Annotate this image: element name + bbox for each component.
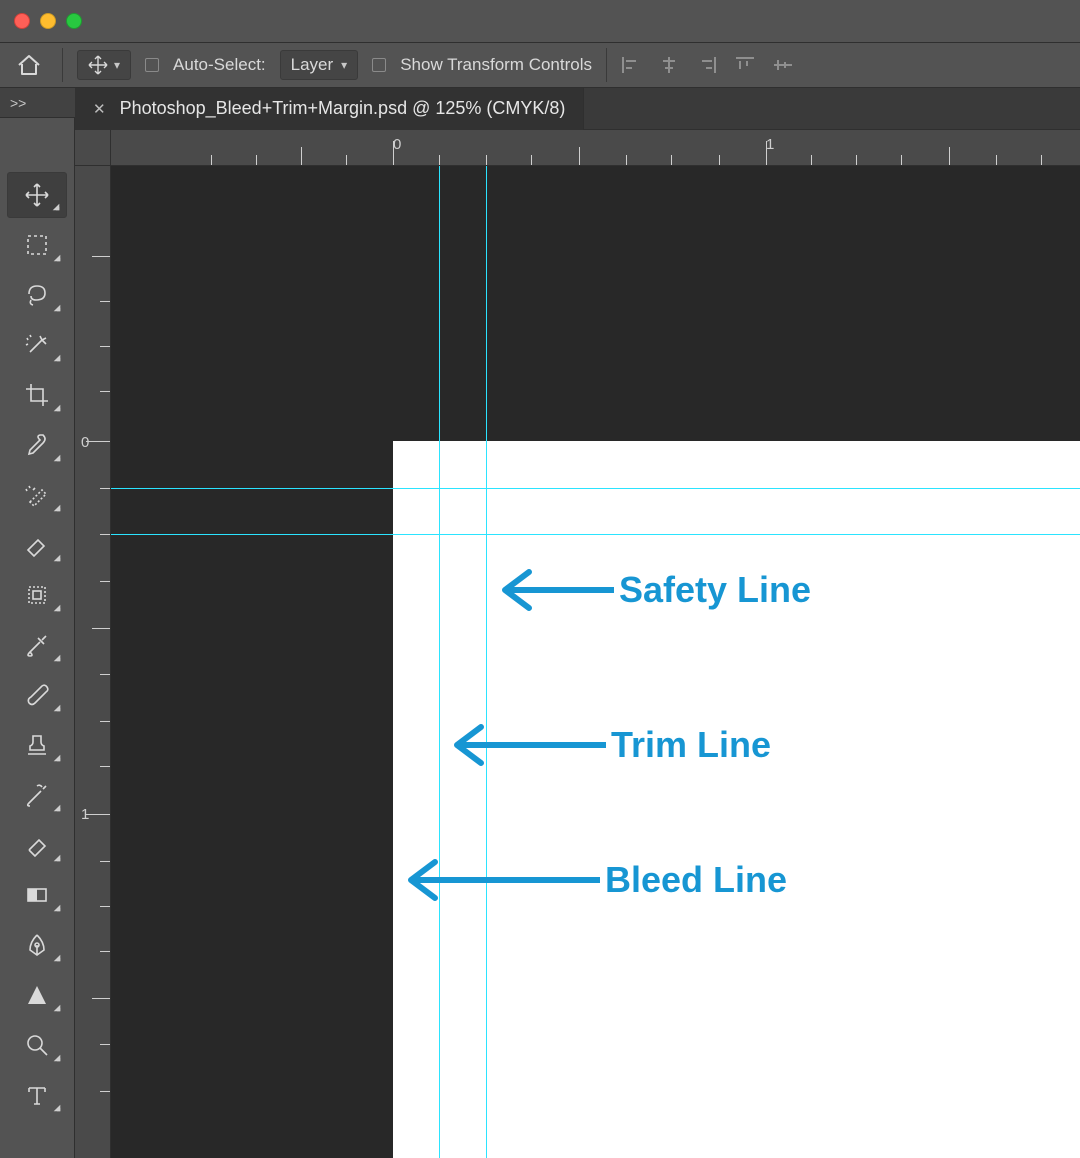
align-center-h-icon[interactable] <box>659 56 679 74</box>
ruler-v-label-0: 0 <box>81 434 89 451</box>
guide-trim-horizontal[interactable] <box>111 488 1080 489</box>
home-button[interactable] <box>10 48 48 82</box>
vertical-ruler[interactable]: 0 1 <box>75 166 111 1158</box>
ruler-h-label-0: 0 <box>393 136 401 153</box>
arrow-left-icon <box>441 721 611 769</box>
align-group <box>621 56 793 74</box>
crop-tool[interactable] <box>7 372 67 418</box>
show-transform-controls-label: Show Transform Controls <box>400 55 592 75</box>
show-transform-controls-checkbox[interactable] <box>372 58 386 72</box>
magic-wand-tool[interactable] <box>7 322 67 368</box>
tool-mode-dropdown[interactable]: ▾ <box>77 50 131 80</box>
annotation-safety: Safety Line <box>489 566 811 614</box>
photoshop-window: ▾ Auto-Select: Layer ▾ Show Transform Co… <box>0 0 1080 1158</box>
guide-trim-vertical[interactable] <box>439 166 440 1158</box>
align-top-icon[interactable] <box>735 56 755 74</box>
annotation-trim-label: Trim Line <box>611 724 771 766</box>
close-window-button[interactable] <box>14 13 30 29</box>
home-icon <box>16 53 42 77</box>
type-tool[interactable] <box>7 1072 67 1118</box>
gradient-tool[interactable] <box>7 872 67 918</box>
spot-healing-tool[interactable] <box>7 472 67 518</box>
document-tab[interactable]: ✕ Photoshop_Bleed+Trim+Margin.psd @ 125%… <box>75 88 584 130</box>
align-middle-icon[interactable] <box>773 56 793 74</box>
eraser-tool-2[interactable] <box>7 822 67 868</box>
annotation-trim: Trim Line <box>441 721 771 769</box>
pen-tool[interactable] <box>7 922 67 968</box>
auto-select-checkbox[interactable] <box>145 58 159 72</box>
auto-select-target-dropdown[interactable]: Layer ▾ <box>280 50 359 80</box>
move-tool[interactable] <box>7 172 67 218</box>
horizontal-ruler[interactable]: 0 1 <box>111 130 1080 166</box>
guide-safety-horizontal[interactable] <box>111 534 1080 535</box>
collapse-chevron-icon: >> <box>10 95 26 111</box>
work-area: 0 1 0 1 <box>75 130 1080 1158</box>
chevron-down-icon: ▾ <box>341 58 347 72</box>
toolbox-collapse-button[interactable]: >> <box>0 88 75 118</box>
arrow-left-icon <box>489 566 619 614</box>
align-left-icon[interactable] <box>621 56 641 74</box>
auto-select-target-value: Layer <box>291 55 334 75</box>
eraser-tool[interactable] <box>7 522 67 568</box>
auto-select-label: Auto-Select: <box>173 55 266 75</box>
document-tab-title: Photoshop_Bleed+Trim+Margin.psd @ 125% (… <box>120 98 566 119</box>
toolbox <box>0 118 75 1158</box>
annotation-bleed: Bleed Line <box>395 856 787 904</box>
stamp-tool[interactable] <box>7 722 67 768</box>
arrow-left-icon <box>395 856 605 904</box>
eyedropper-tool[interactable] <box>7 422 67 468</box>
ruler-origin-corner[interactable] <box>75 130 111 166</box>
guide-safety-vertical[interactable] <box>486 166 487 1158</box>
options-bar: ▾ Auto-Select: Layer ▾ Show Transform Co… <box>0 42 1080 88</box>
mixer-brush-tool[interactable] <box>7 772 67 818</box>
history-brush-tool[interactable] <box>7 622 67 668</box>
brush-tool[interactable] <box>7 672 67 718</box>
annotation-bleed-label: Bleed Line <box>605 859 787 901</box>
separator <box>62 48 63 82</box>
align-right-icon[interactable] <box>697 56 717 74</box>
title-bar <box>0 0 1080 42</box>
chevron-down-icon: ▾ <box>114 58 120 72</box>
move-icon <box>88 55 108 75</box>
maximize-window-button[interactable] <box>66 13 82 29</box>
zoom-tool[interactable] <box>7 1022 67 1068</box>
document-tab-strip: ✕ Photoshop_Bleed+Trim+Margin.psd @ 125%… <box>75 88 1080 130</box>
lasso-tool[interactable] <box>7 272 67 318</box>
minimize-window-button[interactable] <box>40 13 56 29</box>
ruler-h-label-1: 1 <box>766 136 774 153</box>
shape-tool[interactable] <box>7 972 67 1018</box>
document-page <box>393 441 1080 1158</box>
clone-stamp-tool[interactable] <box>7 572 67 618</box>
marquee-tool[interactable] <box>7 222 67 268</box>
annotation-safety-label: Safety Line <box>619 569 811 611</box>
separator <box>606 48 607 82</box>
canvas[interactable]: Safety Line Trim Line Bleed Line <box>111 166 1080 1158</box>
window-controls <box>14 13 82 29</box>
close-document-icon[interactable]: ✕ <box>93 100 106 118</box>
